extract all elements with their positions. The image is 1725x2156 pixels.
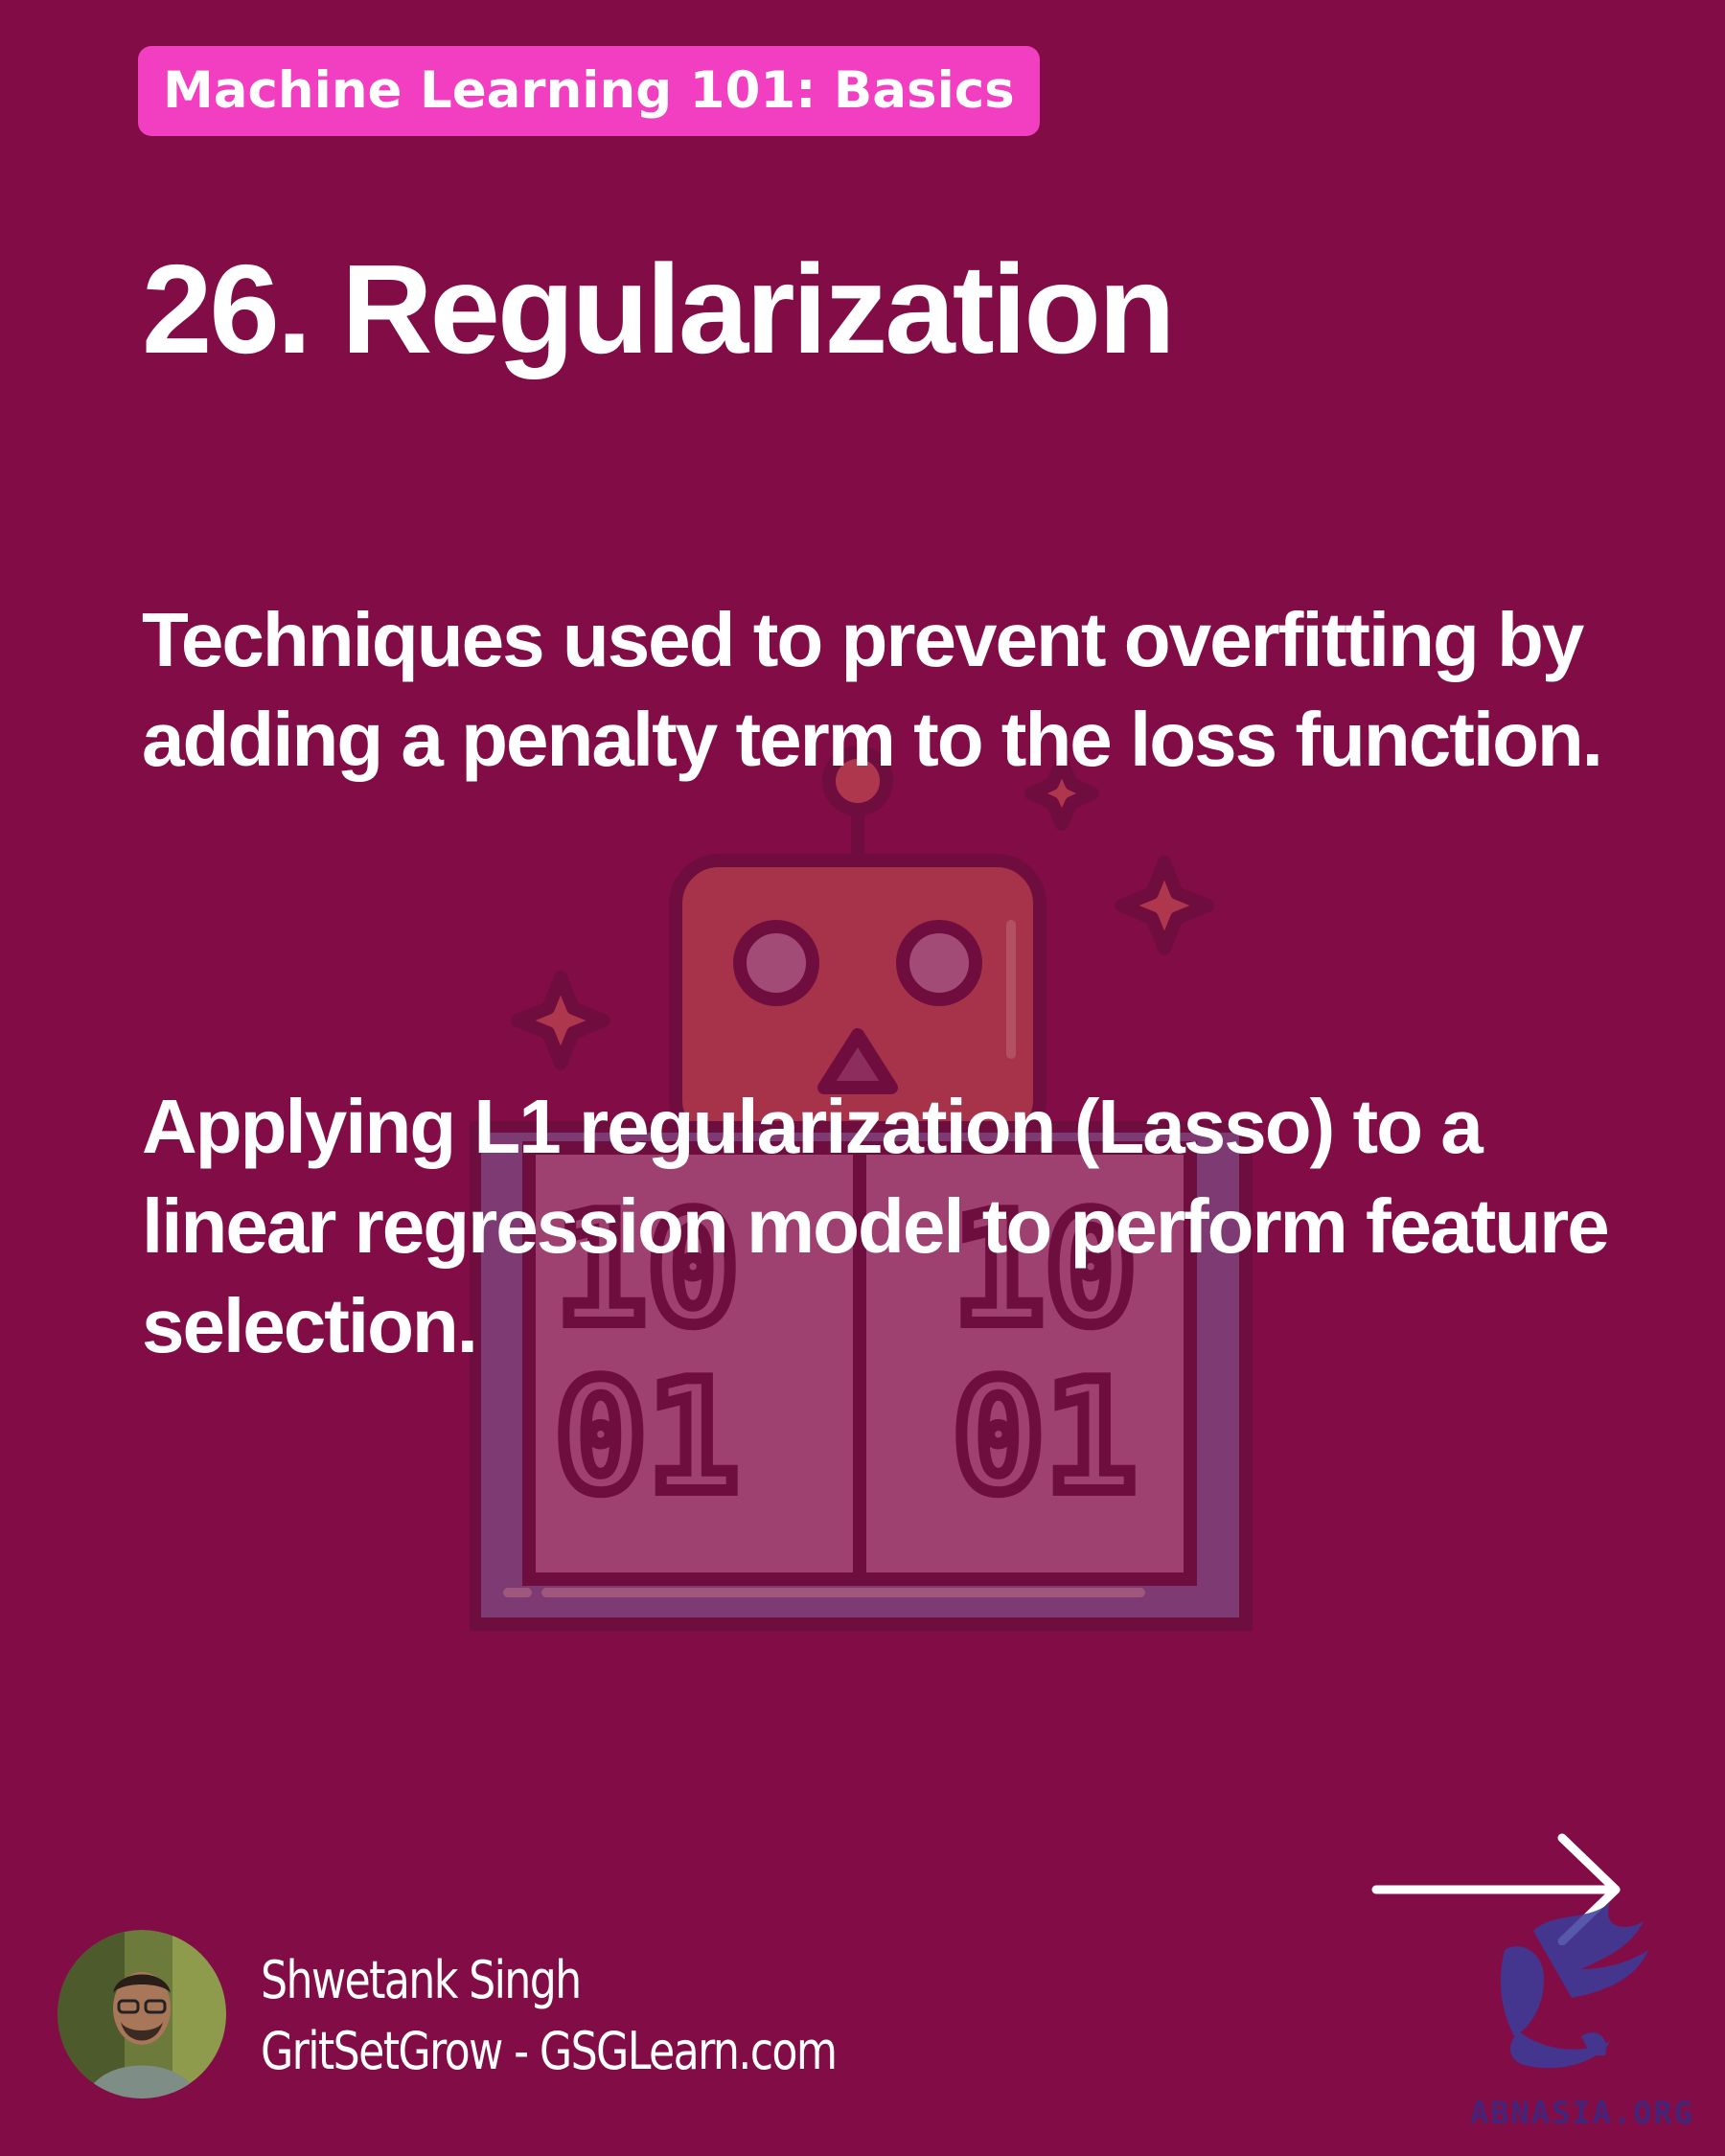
griffin-logo-icon [1500, 1902, 1648, 2069]
watermark-text: ABNASIA.ORG [1470, 2095, 1694, 2131]
definition-text: Techniques used to prevent overfitting b… [142, 597, 1603, 782]
page-title: 26. Regularization [142, 239, 1176, 379]
author-site: GritSetGrow - GSGLearn.com [261, 2021, 838, 2081]
example-text: Applying L1 regularization (Lasso) to a … [142, 1084, 1610, 1368]
author-name: Shwetank Singh [261, 1950, 582, 2010]
avatar [58, 1930, 226, 2099]
slide: Machine Learning 101: Basics 26. Regular… [0, 0, 1725, 2156]
series-badge: Machine Learning 101: Basics [138, 46, 1040, 136]
